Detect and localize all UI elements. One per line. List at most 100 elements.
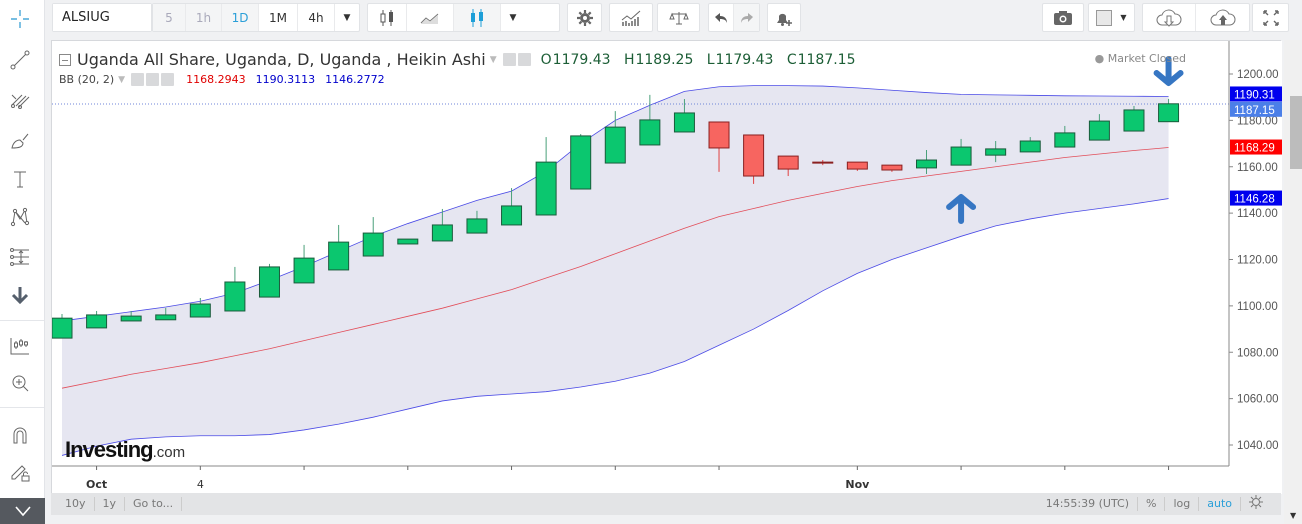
cloud-upload-icon <box>1210 9 1236 25</box>
add-alert-icon <box>777 13 792 26</box>
chart-app: 5 1h 1D 1M 4h ▼ ▼ <box>0 0 1302 524</box>
candle-body <box>52 317 73 339</box>
symbol-input[interactable] <box>53 4 151 31</box>
indicators-button[interactable] <box>609 3 653 32</box>
bar-chart-type-button[interactable] <box>368 4 407 31</box>
series-title[interactable]: Uganda All Share, Uganda, D, Uganda , He… <box>77 50 486 69</box>
candle[interactable] <box>328 224 350 271</box>
snapshot-button[interactable] <box>1042 3 1084 32</box>
interval-1h[interactable]: 1h <box>186 4 222 31</box>
candle[interactable] <box>535 137 557 216</box>
ohlc-values: O1179.43 H1189.25 L1179.43 C1187.15 <box>540 51 856 68</box>
interval-4h[interactable]: 4h <box>298 4 335 31</box>
candle[interactable] <box>1123 105 1145 132</box>
brush-icon[interactable] <box>6 126 34 154</box>
settings-button[interactable] <box>567 3 602 32</box>
trend-line-icon[interactable] <box>6 46 34 74</box>
interval-5[interactable]: 5 <box>153 4 186 31</box>
color-theme-button[interactable]: ▼ <box>1088 3 1135 32</box>
candle-body <box>777 155 799 170</box>
scale-settings-button[interactable] <box>1241 495 1271 513</box>
scroll-down-icon[interactable]: ▼ <box>1290 511 1296 520</box>
add-alert-button[interactable] <box>767 3 801 32</box>
hide-series-icon[interactable] <box>502 53 516 66</box>
candle-body <box>1054 132 1076 148</box>
candle-body <box>155 314 177 321</box>
bb-label[interactable]: BB (20, 2) <box>59 73 114 86</box>
interval-dropdown-icon: ▼ <box>343 12 351 23</box>
y-tick-label: 1140.00 <box>1237 208 1278 220</box>
lock-drawing-icon[interactable] <box>6 458 34 486</box>
candle[interactable] <box>86 310 108 329</box>
percent-toggle[interactable]: % <box>1138 497 1166 511</box>
collapse-legend-icon[interactable] <box>59 53 71 66</box>
series-menu-icon[interactable]: ▼ <box>490 55 497 65</box>
candle[interactable] <box>570 134 592 190</box>
save-chart-button[interactable] <box>1196 4 1249 31</box>
symbol-search[interactable] <box>52 3 152 32</box>
candle-body <box>639 119 661 146</box>
candle[interactable] <box>397 238 419 245</box>
series-legend: Uganda All Share, Uganda, D, Uganda , He… <box>59 50 856 69</box>
toolbar-divider <box>0 407 44 408</box>
snapshot-icon <box>1054 10 1072 25</box>
scroll-thumb[interactable] <box>1290 96 1302 169</box>
candle[interactable] <box>293 244 315 284</box>
toolbar-divider <box>0 320 44 321</box>
chart-area[interactable]: 1040.00 1060.00 1080.00 1100.00 1120.00 1140.… <box>51 40 1282 494</box>
candle[interactable] <box>52 313 73 339</box>
time-axis[interactable] <box>52 467 1229 494</box>
hide-bb-icon[interactable] <box>131 73 145 86</box>
candle-body <box>293 257 315 284</box>
vertical-scrollbar[interactable]: ▼ <box>1284 40 1302 524</box>
candle-chart-type-button[interactable] <box>454 4 501 31</box>
fullscreen-button[interactable] <box>1252 3 1289 32</box>
bb-menu-icon[interactable]: ▼ <box>118 75 125 85</box>
zoom-in-icon[interactable] <box>6 369 34 397</box>
magnet-icon[interactable] <box>6 421 34 449</box>
chart-type-dropdown[interactable]: ▼ <box>501 4 525 31</box>
line-chart-type-button[interactable] <box>407 4 454 31</box>
color-swatch-icon <box>1096 9 1113 26</box>
y-tick-label: 1060.00 <box>1237 394 1279 406</box>
bottom-toolbar: 10y 1y Go to... 14:55:39 (UTC) % log aut… <box>51 493 1281 515</box>
candle[interactable] <box>362 217 384 257</box>
arrow-down-icon[interactable] <box>6 281 34 309</box>
measure-icon[interactable] <box>6 243 34 271</box>
series-settings-icon[interactable] <box>517 53 531 66</box>
bb-settings-icon[interactable] <box>146 73 160 86</box>
candle-body <box>189 303 211 318</box>
interval-1m[interactable]: 1M <box>259 4 298 31</box>
candle[interactable] <box>224 266 246 312</box>
collapse-toolbar-button[interactable] <box>0 498 45 524</box>
goto-date[interactable]: Go to... <box>125 497 183 511</box>
pattern-icon[interactable] <box>6 203 34 231</box>
candle[interactable] <box>258 263 280 298</box>
pitchfork-icon[interactable] <box>6 85 34 113</box>
y-tick-label: 1040.00 <box>1237 440 1279 452</box>
color-dropdown-icon: ▼ <box>1120 13 1127 22</box>
candle-body <box>985 148 1007 156</box>
candle-body <box>328 241 350 271</box>
y-tick-label: 1100.00 <box>1237 301 1278 313</box>
range-1y[interactable]: 1y <box>95 497 126 511</box>
crosshair-icon[interactable] <box>6 5 34 33</box>
load-chart-button[interactable] <box>1143 4 1196 31</box>
interval-1d[interactable]: 1D <box>222 4 259 31</box>
compare-icon <box>668 11 689 24</box>
auto-scale-toggle[interactable]: auto <box>1199 497 1241 511</box>
text-icon[interactable] <box>6 165 34 193</box>
chart-canvas[interactable]: 1040.00 1060.00 1080.00 1100.00 1120.00 1140.… <box>52 41 1282 494</box>
redo-button[interactable] <box>734 4 759 31</box>
chart-type-dropdown-icon: ▼ <box>509 12 517 23</box>
remove-bb-icon[interactable] <box>161 73 175 86</box>
compare-button[interactable] <box>657 3 700 32</box>
interval-dropdown[interactable]: ▼ <box>335 4 359 31</box>
log-toggle[interactable]: log <box>1165 497 1200 511</box>
candle-body <box>708 121 730 149</box>
bb-upper-value: 1190.3113 <box>255 73 316 86</box>
long-position-icon[interactable] <box>6 332 34 360</box>
range-10y[interactable]: 10y <box>51 497 95 511</box>
undo-button[interactable] <box>709 4 734 31</box>
investing-watermark: Investing.com <box>65 437 185 462</box>
